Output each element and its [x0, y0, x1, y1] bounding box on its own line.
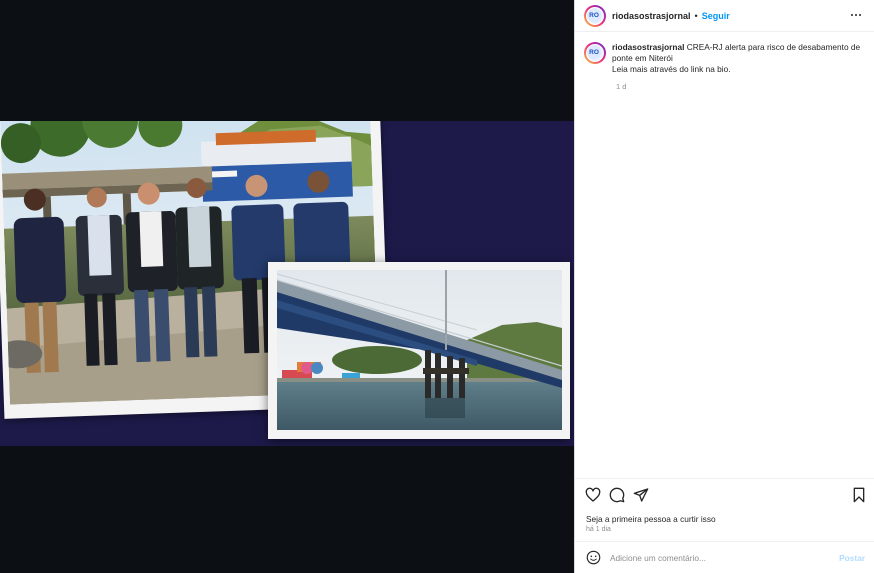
comment-input[interactable] — [610, 552, 820, 563]
emoji-icon[interactable] — [586, 550, 601, 565]
avatar[interactable]: RO — [584, 4, 606, 27]
caption: RO riodasostrasjornal CREA-RJ alerta par… — [584, 42, 864, 75]
post-comment-button[interactable]: Postar — [839, 553, 865, 563]
heart-icon[interactable] — [585, 487, 601, 503]
avatar-logo-icon: RO — [587, 45, 601, 59]
post-details-panel: RO riodasostrasjornal • Seguir RO riodas… — [574, 0, 874, 573]
svg-text:RO: RO — [589, 12, 599, 19]
caption-username[interactable]: riodasostrasjornal — [612, 42, 684, 52]
svg-text:RO: RO — [589, 49, 599, 56]
header-username[interactable]: riodasostrasjornal — [612, 11, 691, 21]
bookmark-icon[interactable] — [851, 487, 867, 503]
comment-bar: Postar — [575, 541, 874, 573]
likes-prefix: Seja a primeira pessoa a — [586, 514, 678, 524]
post-header: RO riodasostrasjornal • Seguir — [575, 0, 874, 32]
post-media — [0, 0, 574, 573]
caption-avatar[interactable]: RO — [584, 42, 606, 64]
bridge-photo — [268, 262, 570, 439]
post-image-collage[interactable] — [0, 121, 574, 446]
comment-icon[interactable] — [609, 487, 625, 503]
follow-button[interactable]: Seguir — [702, 11, 730, 21]
caption-line-2: Leia mais através do link na bio. — [612, 64, 731, 74]
like-this-link[interactable]: curtir isso — [680, 514, 716, 524]
post-actions: Seja a primeira pessoa a curtir isso há … — [575, 478, 874, 542]
caption-text: riodasostrasjornal CREA-RJ alerta para r… — [612, 42, 862, 75]
caption-timestamp: 1 d — [616, 82, 627, 91]
more-horizontal-icon[interactable] — [849, 8, 863, 22]
post-date: há 1 dia — [586, 526, 611, 533]
send-icon[interactable] — [633, 487, 649, 503]
likes-text: Seja a primeira pessoa a curtir isso — [586, 514, 716, 524]
avatar-logo-icon: RO — [587, 7, 601, 22]
header-separator: • — [694, 10, 698, 21]
